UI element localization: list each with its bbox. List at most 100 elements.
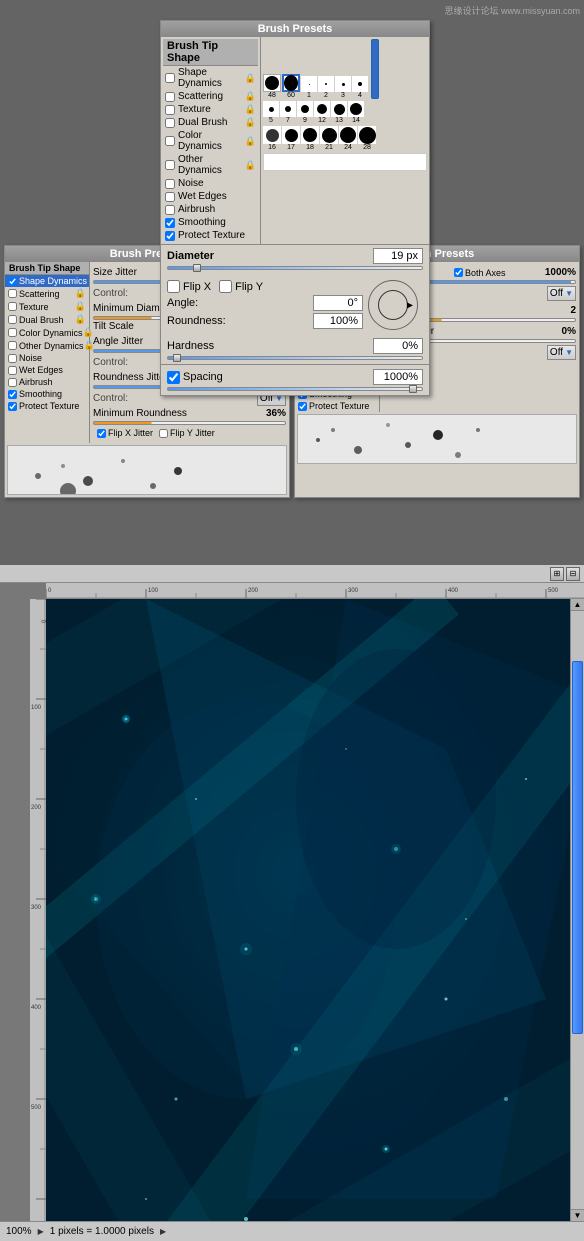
sd-cb-wet[interactable] — [8, 366, 17, 375]
sc-cb-protect[interactable] — [298, 402, 307, 411]
canvas-area: ⊞ ⊟ 0 100 200 300 400 500 — [0, 565, 584, 1241]
sd-cb-shape[interactable] — [8, 277, 17, 286]
checkbox-color-dynamics[interactable] — [165, 136, 175, 146]
count-jitter-value: 0% — [562, 326, 576, 337]
checkbox-dual-brush[interactable] — [165, 118, 175, 128]
flip-y-label[interactable]: Flip Y — [219, 280, 263, 293]
both-axes-label[interactable]: Both Axes — [454, 268, 506, 278]
canvas-info: 1 pixels = 1.0000 pixels — [50, 1226, 154, 1237]
sd-list-scattering[interactable]: Scattering🔒 — [5, 287, 89, 300]
svg-text:200: 200 — [31, 805, 42, 811]
angle-arrow-icon: ▶ — [407, 300, 413, 309]
sd-list-wet[interactable]: Wet Edges — [5, 364, 89, 376]
sd-list-dual[interactable]: Dual Brush🔒 — [5, 313, 89, 326]
spacing-checkbox[interactable] — [167, 371, 180, 384]
flip-y-checkbox[interactable] — [219, 280, 232, 293]
checkbox-texture[interactable] — [165, 105, 175, 115]
flip-x-jitter-label[interactable]: Flip X Jitter — [97, 428, 153, 438]
checkbox-smoothing[interactable] — [165, 218, 175, 228]
canvas-toolbar: ⊞ ⊟ — [0, 565, 584, 583]
checkbox-noise[interactable] — [165, 179, 175, 189]
sd-cb-noise[interactable] — [8, 354, 17, 363]
sd-cb-protect[interactable] — [8, 402, 17, 411]
list-color-dynamics[interactable]: Color Dynamics🔒 — [163, 129, 258, 153]
svg-text:400: 400 — [31, 1005, 42, 1011]
scrollbar-v-up-btn[interactable]: ▲ — [571, 599, 584, 611]
sd-cb-texture[interactable] — [8, 302, 17, 311]
flip-y-jitter-label[interactable]: Flip Y Jitter — [159, 428, 215, 438]
flip-x-checkbox[interactable] — [167, 280, 180, 293]
ruler-v-svg: 0 100 200 300 400 500 — [30, 599, 46, 1221]
checkbox-airbrush[interactable] — [165, 205, 175, 215]
canvas-background-svg — [46, 599, 570, 1221]
sd-list-color[interactable]: Color Dynamics🔒 — [5, 326, 89, 339]
sd-left-list: Brush Tip Shape Shape Dynamics Scatterin… — [5, 262, 90, 443]
sd-list-air[interactable]: Airbrush — [5, 376, 89, 388]
spacing-slider[interactable] — [167, 387, 423, 391]
diameter-value[interactable]: 19 px — [373, 248, 423, 264]
list-shape-dynamics[interactable]: Shape Dynamics🔒 — [163, 66, 258, 90]
sd-preview-svg — [8, 446, 286, 494]
list-wet-edges[interactable]: Wet Edges — [163, 190, 258, 203]
sd-control-label: Control: — [93, 288, 128, 299]
brush-thumbnails: 48 60 1 2 — [261, 37, 429, 244]
both-axes-cb[interactable] — [454, 268, 463, 277]
list-other-dynamics[interactable]: Other Dynamics🔒 — [163, 153, 258, 177]
list-smoothing[interactable]: Smoothing — [163, 216, 258, 229]
toolbar-btn-1[interactable]: ⊞ — [550, 567, 564, 581]
flip-y-jitter-cb[interactable] — [159, 429, 168, 438]
scrollbar-v-thumb[interactable] — [572, 661, 583, 1034]
sd-list-texture[interactable]: Texture🔒 — [5, 300, 89, 313]
spacing-checkbox-label[interactable]: Spacing — [167, 371, 223, 384]
angle-value[interactable]: 0° — [313, 295, 363, 311]
checkbox-wet-edges[interactable] — [165, 192, 175, 202]
flip-x-label[interactable]: Flip X — [167, 280, 211, 293]
canvas-image[interactable] — [46, 599, 570, 1221]
checkbox-protect-texture[interactable] — [165, 231, 175, 241]
diameter-slider[interactable] — [167, 266, 423, 270]
status-bar: 100% ▶ 1 pixels = 1.0000 pixels ▶ — [0, 1221, 584, 1241]
count-value: 2 — [570, 305, 576, 316]
sd-section-header: Brush Tip Shape — [5, 262, 89, 275]
toolbar-btn-2[interactable]: ⊟ — [566, 567, 580, 581]
svg-text:200: 200 — [248, 588, 259, 594]
sd-list-noise[interactable]: Noise — [5, 352, 89, 364]
diameter-label: Diameter — [167, 250, 214, 262]
angle-preview-container: ▶ — [363, 278, 423, 331]
min-roundness-slider[interactable] — [93, 421, 286, 425]
sd-cb-air[interactable] — [8, 378, 17, 387]
sd-list-shape-dynamics[interactable]: Shape Dynamics — [5, 275, 89, 287]
sd-cb-smooth[interactable] — [8, 390, 17, 399]
spacing-value[interactable]: 1000% — [373, 369, 423, 385]
checkbox-other-dynamics[interactable] — [165, 160, 175, 170]
sc-dropdown-arrow2-icon: ▼ — [565, 348, 573, 357]
sd-preview — [7, 445, 287, 495]
list-protect-texture[interactable]: Protect Texture — [163, 229, 258, 242]
scrollbar-v-down-btn[interactable]: ▼ — [571, 1209, 584, 1221]
hardness-value[interactable]: 0% — [373, 338, 423, 354]
sd-cb-scatter[interactable] — [8, 289, 17, 298]
sd-cb-dual[interactable] — [8, 315, 17, 324]
checkbox-scattering[interactable] — [165, 92, 175, 102]
sd-cb-other[interactable] — [8, 341, 17, 350]
sd-cb-color[interactable] — [8, 328, 17, 337]
list-scattering[interactable]: Scattering🔒 — [163, 90, 258, 103]
checkbox-shape-dynamics[interactable] — [165, 73, 175, 83]
sc-list-protect[interactable]: Protect Texture — [295, 400, 379, 412]
sd-list-protect[interactable]: Protect Texture — [5, 400, 89, 412]
roundness-value[interactable]: 100% — [313, 313, 363, 329]
size-jitter-label: Size Jitter — [93, 267, 137, 278]
flip-x-jitter-cb[interactable] — [97, 429, 106, 438]
sd-list-other[interactable]: Other Dynamics🔒 — [5, 339, 89, 352]
brush-angle-inner — [378, 290, 408, 320]
scrollbar-vertical[interactable]: ▲ ▼ — [570, 599, 584, 1221]
sd-list-smooth[interactable]: Smoothing — [5, 388, 89, 400]
hardness-slider[interactable] — [167, 356, 423, 360]
sc-control-dropdown2[interactable]: Off ▼ — [547, 345, 576, 360]
hardness-label: Hardness — [167, 340, 214, 352]
sc-control-dropdown[interactable]: Off ▼ — [547, 286, 576, 301]
list-airbrush[interactable]: Airbrush — [163, 203, 258, 216]
list-dual-brush[interactable]: Dual Brush🔒 — [163, 116, 258, 129]
list-noise[interactable]: Noise — [163, 177, 258, 190]
list-texture[interactable]: Texture🔒 — [163, 103, 258, 116]
